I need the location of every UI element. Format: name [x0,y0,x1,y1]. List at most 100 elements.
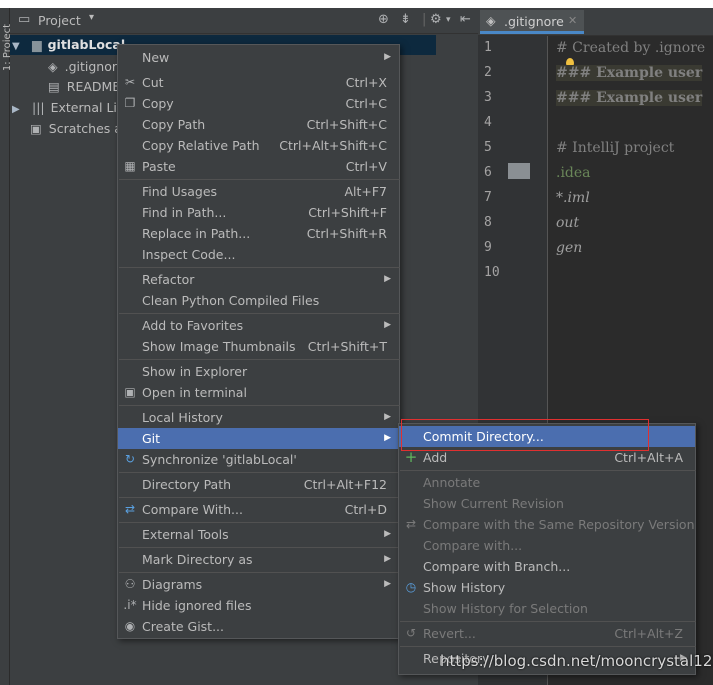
scissors-icon: ✂ [124,75,136,89]
menu-item-inspect-code[interactable]: Inspect Code... [118,244,399,265]
submenu-item-show-current-revision[interactable]: Show Current Revision [399,493,695,514]
menu-item-paste[interactable]: ▦ Paste Ctrl+V [118,156,399,177]
menu-item-find-in-path[interactable]: Find in Path... Ctrl+Shift+F [118,202,399,223]
menu-item-shortcut: Ctrl+V [345,159,387,174]
menu-item-open-in-terminal[interactable]: ▣ Open in terminal [118,382,399,403]
menu-item-label: Hide ignored files [142,598,252,613]
tab-gitignore[interactable]: ◈ .gitignore ✕ [480,10,584,34]
tree-item-external-libraries[interactable]: ▶ ||| External Lib [12,98,125,118]
submenu-item-revert[interactable]: ↺ Revert... Ctrl+Alt+Z [399,623,695,644]
menu-item-label: Diagrams [142,577,203,592]
menu-item-label: Find Usages [142,184,218,199]
code-line-7: *.iml [556,190,590,206]
menu-item-label: Local History [142,410,223,425]
menu-item-label: Compare With... [142,502,243,517]
submenu-arrow-icon: ▶ [384,579,391,589]
menu-item-label: Copy Relative Path [142,138,260,153]
menu-item-label: Git [142,431,161,446]
watermark: https://blog.csdn.net/mooncrystal123 [440,652,713,670]
submenu-item-show-history-selection[interactable]: Show History for Selection [399,598,695,619]
menu-item-copy-path[interactable]: Copy Path Ctrl+Shift+C [118,114,399,135]
tree-item-readme[interactable]: ▤ README [48,77,120,97]
menu-item-label: Refactor [142,272,195,287]
menu-item-show-image-thumbnails[interactable]: Show Image Thumbnails Ctrl+Shift+T [118,336,399,357]
expand-arrow-icon[interactable]: ▼ [12,37,24,57]
menu-item-label: Create Gist... [142,619,225,634]
code-line-8: out [556,215,580,231]
code-line-5: # IntelliJ project [556,140,675,156]
menu-item-mark-directory-as[interactable]: Mark Directory as ▶ [118,549,399,570]
menu-item-refactor[interactable]: Refactor ▶ [118,269,399,290]
tree-item-gitignore[interactable]: ◈ .gitignor [48,57,117,77]
line-number: 3 [484,90,492,105]
menu-item-shortcut: Ctrl+Shift+F [308,205,387,220]
menu-item-label: External Tools [142,527,229,542]
menu-item-synchronize[interactable]: ↻ Synchronize 'gitlabLocal' [118,449,399,470]
tool-window-strip[interactable]: 1: Project [0,8,13,685]
menu-separator [119,359,400,360]
menu-separator [119,472,400,473]
compare-icon: ⇄ [124,502,136,516]
menu-item-label: Show Image Thumbnails [142,339,296,354]
collapse-all-icon[interactable]: ⇟ [400,12,411,27]
expand-arrow-icon[interactable]: ▶ [12,100,24,120]
menu-item-label: Paste [142,159,176,174]
close-icon[interactable]: ✕ [568,14,577,27]
menu-item-external-tools[interactable]: External Tools ▶ [118,524,399,545]
menu-item-label: Cut [142,75,164,90]
menu-item-hide-ignored-files[interactable]: .i* Hide ignored files [118,595,399,616]
submenu-item-show-history[interactable]: ◷ Show History [399,577,695,598]
menu-item-show-in-explorer[interactable]: Show in Explorer [118,361,399,382]
gear-icon[interactable]: ⚙ [430,12,442,27]
menu-item-create-gist[interactable]: ◉ Create Gist... [118,616,399,637]
menu-item-label: Directory Path [142,477,232,492]
menu-item-shortcut: Ctrl+Alt+Shift+C [279,138,387,153]
menu-item-directory-path[interactable]: Directory Path Ctrl+Alt+F12 [118,474,399,495]
menu-item-label: Copy [142,96,174,111]
locate-target-icon[interactable]: ⊕ [378,12,389,27]
line-number: 2 [484,65,492,80]
menu-item-shortcut: Ctrl+Shift+R [306,226,387,241]
submenu-item-compare-with-branch[interactable]: Compare with Branch... [399,556,695,577]
tree-item-scratches[interactable]: ▣ Scratches ar [30,119,127,139]
menu-item-label: Synchronize 'gitlabLocal' [142,452,297,467]
submenu-item-compare-with[interactable]: Compare with... [399,535,695,556]
menu-item-find-usages[interactable]: Find Usages Alt+F7 [118,181,399,202]
library-icon: ||| [31,100,45,115]
menu-item-label: Replace in Path... [142,226,251,241]
menu-item-copy[interactable]: ❐ Copy Ctrl+C [118,93,399,114]
window-top-edge [0,0,713,8]
line-number: 9 [484,240,492,255]
history-icon: ◷ [405,580,417,594]
menu-item-new[interactable]: New ▶ [118,47,399,68]
tree-item-label: README [66,79,121,94]
menu-item-replace-in-path[interactable]: Replace in Path... Ctrl+Shift+R [118,223,399,244]
diagram-icon: ⚇ [124,577,136,591]
view-dropdown-chevron-icon[interactable]: ▾ [89,12,94,23]
menu-item-copy-relative-path[interactable]: Copy Relative Path Ctrl+Alt+Shift+C [118,135,399,156]
menu-item-label: Open in terminal [142,385,247,400]
menu-item-diagrams[interactable]: ⚇ Diagrams ▶ [118,574,399,595]
context-menu: New ▶ ✂ Cut Ctrl+X ❐ Copy Ctrl+C Copy Path Ctr… [117,44,400,639]
project-view-title[interactable]: Project [38,13,81,28]
submenu-arrow-icon: ▶ [384,433,391,443]
menu-separator [119,267,400,268]
menu-item-git[interactable]: Git ▶ [118,428,399,449]
menu-item-compare-with[interactable]: ⇄ Compare With... Ctrl+D [118,499,399,520]
menu-item-label: Compare with... [423,538,523,553]
folder-gutter-icon [508,163,530,179]
menu-item-add-to-favorites[interactable]: Add to Favorites ▶ [118,315,399,336]
menu-separator [400,470,696,471]
menu-item-local-history[interactable]: Local History ▶ [118,407,399,428]
menu-separator [119,179,400,180]
menu-item-clean-python[interactable]: Clean Python Compiled Files [118,290,399,311]
submenu-item-annotate[interactable]: Annotate [399,472,695,493]
menu-separator [119,313,400,314]
project-panel-header: ▭ Project ▾ ⊕ ⇟ | ⚙ ▾ ⇤ [10,8,478,34]
hide-panel-icon[interactable]: ⇤ [460,12,471,27]
gear-dropdown-chevron-icon[interactable]: ▾ [446,15,451,25]
submenu-item-compare-same-repo[interactable]: ⇄ Compare with the Same Repository Versio… [399,514,695,535]
menu-item-label: Compare with the Same Repository Version [423,517,695,532]
menu-item-cut[interactable]: ✂ Cut Ctrl+X [118,72,399,93]
line-number: 5 [484,140,492,155]
